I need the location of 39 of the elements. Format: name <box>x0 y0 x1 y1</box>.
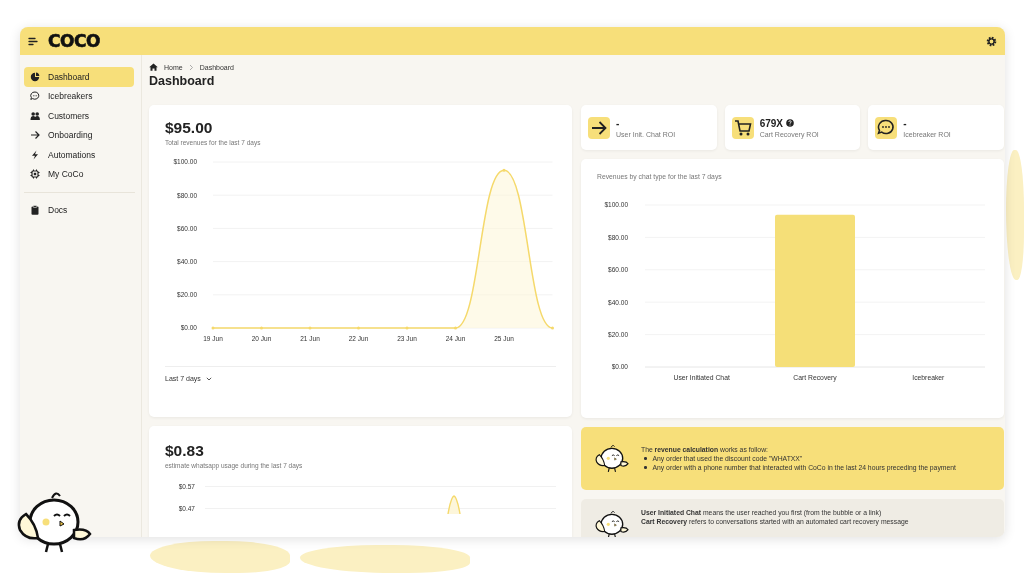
roi-value: - <box>616 117 620 129</box>
data-point <box>308 326 312 330</box>
roi-value: - <box>903 117 907 129</box>
page-title: Dashboard <box>149 74 216 88</box>
revenue-total: $95.00 <box>165 119 214 137</box>
data-point <box>454 326 457 330</box>
data-point <box>260 326 263 330</box>
chip-icon <box>30 169 40 180</box>
usage-total: $0.83 <box>165 442 205 460</box>
data-point <box>357 326 360 330</box>
sidebar-item[interactable]: Customers <box>24 106 134 126</box>
data-point <box>551 326 554 330</box>
sidebar-item[interactable]: Docs <box>24 200 134 220</box>
sidebar-item[interactable]: My CoCo <box>24 164 134 184</box>
logo[interactable]: COCO <box>48 31 100 51</box>
settings-icon[interactable] <box>986 35 997 47</box>
sidebar-item[interactable]: Dashboard <box>24 67 134 87</box>
clipboard-icon <box>30 204 40 215</box>
roi-value: 679X <box>759 117 784 129</box>
bird-drawing <box>593 442 629 475</box>
data-point <box>405 326 409 330</box>
data-point <box>211 326 215 330</box>
lightning-icon <box>30 149 40 160</box>
bird-drawing <box>593 509 629 537</box>
data-point <box>502 168 506 172</box>
sidebar-item[interactable]: Onboarding <box>24 125 134 145</box>
arrow-right-icon <box>30 130 40 141</box>
people-icon <box>30 110 40 121</box>
menu-icon[interactable] <box>28 36 38 46</box>
usage-line-drawing <box>447 494 461 514</box>
home-icon <box>149 63 158 71</box>
bullet-dot <box>644 457 647 460</box>
chat-bubble-icon <box>30 91 40 102</box>
pie-chart-icon <box>30 71 40 82</box>
bullet-dot <box>644 466 647 469</box>
sidebar-item[interactable]: Icebreakers <box>24 86 134 106</box>
chevron-down-icon <box>205 376 212 381</box>
sidebar-item[interactable]: Automations <box>24 145 134 165</box>
chevron-right-icon <box>188 63 194 71</box>
